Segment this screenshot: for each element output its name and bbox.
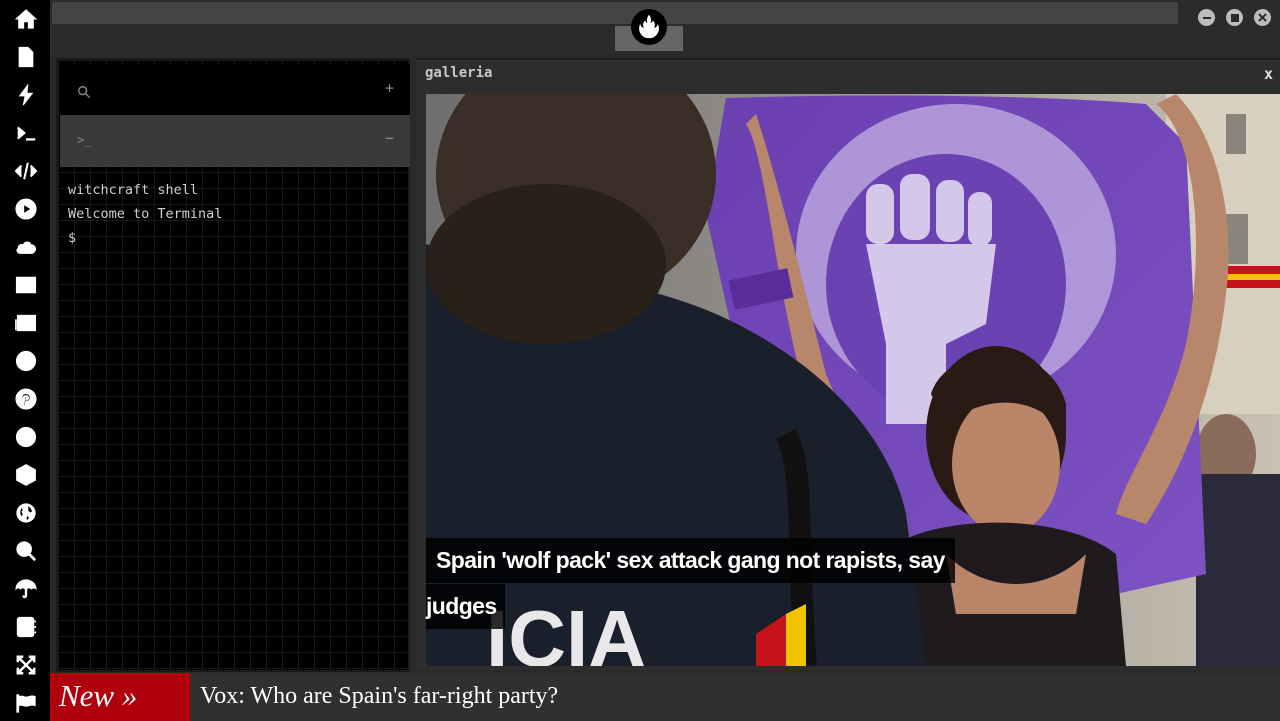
address-book-icon[interactable] bbox=[13, 614, 39, 640]
hexagon-network-icon[interactable] bbox=[13, 462, 39, 488]
rebel-alliance-icon[interactable] bbox=[631, 9, 667, 45]
bolt-icon[interactable] bbox=[13, 82, 39, 108]
terminal-icon[interactable] bbox=[13, 120, 39, 146]
play-icon[interactable] bbox=[13, 196, 39, 222]
close-terminal-button[interactable]: − bbox=[385, 129, 394, 147]
gallery-caption[interactable]: Spain 'wolf pack' sex attack gang not ra… bbox=[426, 538, 955, 583]
new-badge: New » bbox=[50, 673, 190, 721]
search-icon[interactable] bbox=[13, 538, 39, 564]
terminal-tab[interactable]: >_ − bbox=[60, 115, 410, 167]
flag-icon[interactable] bbox=[13, 690, 39, 716]
maximize-button[interactable] bbox=[1226, 9, 1243, 26]
news-ticker: New » Vox: Who are Spain's far-right par… bbox=[50, 673, 1280, 721]
document-icon[interactable] bbox=[13, 44, 39, 70]
galactic-empire-icon[interactable] bbox=[13, 424, 39, 450]
terminal-panel[interactable]: + >_ − witchcraft shell Welcome to Termi… bbox=[56, 58, 410, 672]
image-icon[interactable] bbox=[13, 272, 39, 298]
terminal-prompt: $ bbox=[68, 230, 77, 246]
gallery-caption-continued[interactable]: judges bbox=[426, 584, 505, 629]
pinterest-icon[interactable] bbox=[13, 386, 39, 412]
terminal-line: witchcraft shell bbox=[68, 182, 199, 198]
minimize-button[interactable] bbox=[1198, 9, 1215, 26]
terminal-search-row[interactable]: + bbox=[60, 64, 410, 116]
close-window-button[interactable] bbox=[1254, 9, 1271, 26]
search-icon[interactable] bbox=[77, 84, 93, 100]
expand-icon[interactable] bbox=[13, 652, 39, 678]
svg-text:ICIA: ICIA bbox=[486, 594, 646, 666]
terminal-line: Welcome to Terminal bbox=[68, 206, 223, 222]
top-bar bbox=[50, 0, 1280, 54]
app-sidebar bbox=[0, 0, 50, 721]
gallery-close-button[interactable]: x bbox=[1264, 65, 1273, 83]
umbrella-icon[interactable] bbox=[13, 576, 39, 602]
newspaper-icon[interactable] bbox=[13, 310, 39, 336]
gallery-title: galleria bbox=[425, 65, 493, 81]
globe-icon[interactable] bbox=[13, 500, 39, 526]
cloud-icon[interactable] bbox=[13, 234, 39, 260]
ticker-headline[interactable]: Vox: Who are Spain's far-right party? bbox=[200, 673, 558, 721]
gallery-panel: galleria x ICIA Spain 'wolf pack' sex at… bbox=[416, 58, 1280, 670]
terminal-output[interactable]: witchcraft shell Welcome to Terminal $ bbox=[68, 178, 398, 250]
new-terminal-button[interactable]: + bbox=[385, 79, 394, 97]
home-icon[interactable] bbox=[13, 6, 39, 32]
address-bar[interactable] bbox=[52, 2, 1178, 24]
wordpress-icon[interactable] bbox=[13, 348, 39, 374]
code-icon[interactable] bbox=[13, 158, 39, 184]
terminal-prompt-icon: >_ bbox=[77, 133, 92, 147]
